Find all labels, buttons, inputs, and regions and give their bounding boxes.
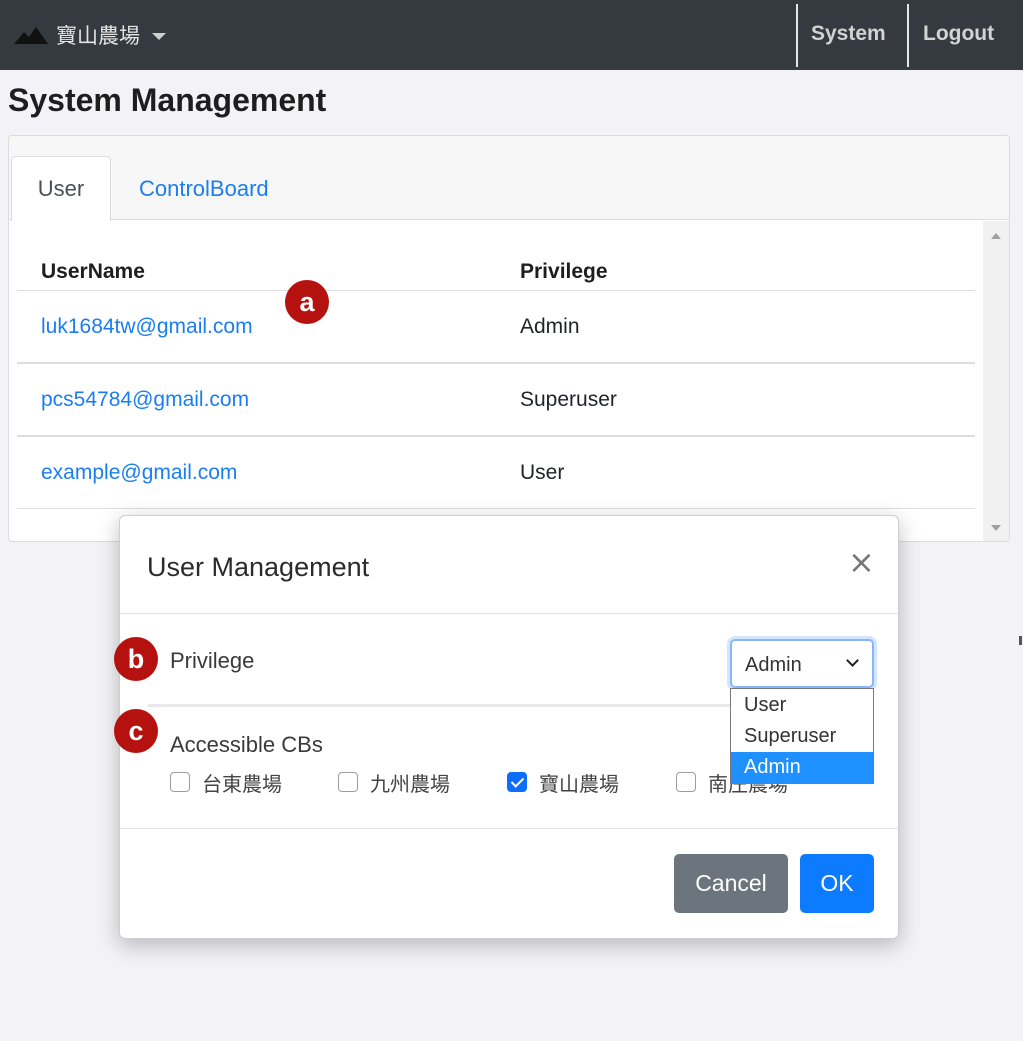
management-card: User ControlBoard UserName Privilege luk…: [8, 135, 1010, 542]
page-title: System Management: [8, 82, 327, 118]
close-icon[interactable]: ×: [848, 546, 875, 578]
tab-bar: User ControlBoard: [9, 136, 1009, 221]
caret-down-icon: [152, 32, 166, 40]
privilege-option-superuser[interactable]: Superuser: [731, 721, 873, 752]
mountain-icon: [14, 27, 48, 44]
user-management-modal: User Management × Privilege Admin User S…: [119, 515, 899, 939]
cancel-button[interactable]: Cancel: [674, 854, 788, 913]
checkbox-label: 寶山農場: [539, 771, 619, 796]
checkbox-taitung[interactable]: 台東農場: [170, 768, 282, 796]
tab-controlboard[interactable]: ControlBoard: [139, 176, 269, 202]
checkbox-label: 台東農場: [202, 771, 282, 796]
tab-user-label: User: [37, 176, 85, 201]
privilege-select[interactable]: Admin: [730, 639, 874, 688]
column-header-username: UserName: [41, 260, 145, 283]
brand-dropdown[interactable]: 寶山農場: [14, 20, 166, 50]
scroll-up-arrow-icon[interactable]: [991, 233, 1001, 239]
row-divider: [17, 362, 975, 364]
top-navbar: 寶山農場 System Logout: [0, 0, 1023, 70]
nav-system-link[interactable]: System: [811, 22, 886, 46]
column-header-privilege: Privilege: [520, 260, 608, 283]
brand-label: 寶山農場: [56, 24, 140, 48]
modal-header-divider: [120, 613, 898, 614]
user-email-link[interactable]: luk1684tw@gmail.com: [41, 315, 253, 339]
row-divider: [17, 435, 975, 437]
header-divider: [17, 290, 975, 291]
checkbox-label: 九州農場: [370, 771, 450, 796]
window-edge-mark: [1019, 636, 1022, 645]
privilege-label: Privilege: [170, 648, 255, 673]
nav-separator: [907, 4, 909, 67]
modal-title: User Management: [147, 552, 370, 582]
chevron-down-icon: [846, 654, 859, 667]
checkbox-baoshan[interactable]: 寶山農場: [507, 768, 619, 796]
ok-button[interactable]: OK: [800, 854, 874, 913]
checkbox-box[interactable]: [676, 772, 696, 792]
annotation-marker-a: a: [285, 280, 329, 324]
nav-separator: [796, 4, 798, 67]
modal-footer-divider: [120, 828, 898, 829]
nav-logout-link[interactable]: Logout: [923, 22, 994, 46]
checkbox-box[interactable]: [338, 772, 358, 792]
user-email-link[interactable]: example@gmail.com: [41, 461, 237, 485]
privilege-option-admin[interactable]: Admin: [731, 752, 873, 783]
checkbox-kyushu[interactable]: 九州農場: [338, 768, 450, 796]
annotation-marker-b: b: [114, 637, 158, 681]
checkbox-box[interactable]: [170, 772, 190, 792]
user-email-link[interactable]: pcs54784@gmail.com: [41, 388, 249, 412]
accessible-cbs-label: Accessible CBs: [170, 732, 323, 757]
privilege-option-user[interactable]: User: [731, 690, 873, 721]
user-privilege: Superuser: [520, 388, 617, 411]
privilege-select-value: Admin: [745, 654, 802, 676]
user-privilege: User: [520, 461, 565, 484]
user-privilege: Admin: [520, 315, 580, 338]
privilege-dropdown-list: User Superuser Admin: [730, 688, 874, 784]
tab-user[interactable]: User: [11, 156, 111, 221]
annotation-marker-c: c: [114, 709, 158, 753]
checkbox-box-checked[interactable]: [507, 772, 527, 792]
table-scrollbar[interactable]: [983, 221, 1009, 541]
scroll-down-arrow-icon[interactable]: [991, 525, 1001, 531]
row-divider: [17, 508, 975, 509]
